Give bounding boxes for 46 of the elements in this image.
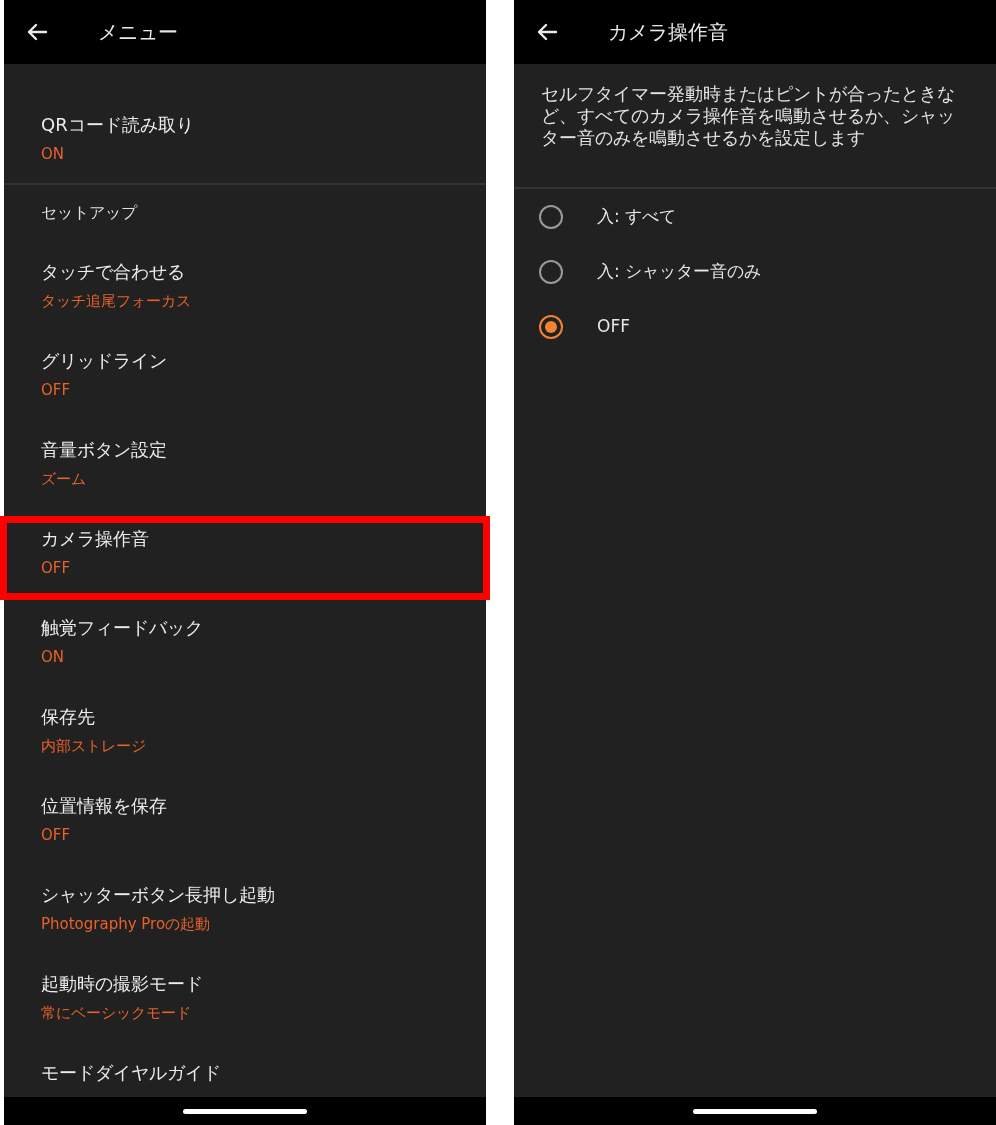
setting-value: ON — [41, 647, 66, 668]
screen-title: メニュー — [98, 19, 178, 46]
option-label[interactable]: OFF — [597, 313, 630, 340]
setting-label: 保存先 — [41, 705, 96, 729]
settings-item[interactable]: タッチで合わせる タッチ追尾フォーカス — [4, 236, 486, 325]
radio-button[interactable] — [539, 259, 563, 284]
setting-value: Photography Proの起動 — [41, 914, 212, 935]
settings-item[interactable]: 起動時の撮影モード 常にベーシックモード — [4, 948, 486, 1037]
setting-label: 音量ボタン設定 — [41, 438, 168, 462]
settings-item[interactable]: 保存先 内部ストレージ — [4, 681, 486, 770]
settings-item[interactable]: 触覚フィードバック ON — [4, 592, 486, 681]
setting-label: 位置情報を保存 — [41, 794, 168, 818]
back-button[interactable] — [536, 23, 558, 41]
setting-value: OFF — [41, 558, 72, 579]
settings-item[interactable]: 音量ボタン設定 ズーム — [4, 414, 486, 503]
back-button[interactable] — [26, 23, 48, 41]
setting-value: 常にベーシックモード — [41, 1003, 192, 1024]
settings-item[interactable]: グリッドライン OFF — [4, 325, 486, 414]
settings-item[interactable]: QRコード読み取り ON — [4, 89, 486, 178]
screen-title: カメラ操作音 — [608, 19, 728, 46]
home-indicator[interactable] — [693, 1108, 817, 1114]
settings-item[interactable]: モードダイヤルガイド — [4, 1037, 486, 1125]
setting-value: 内部ストレージ — [41, 736, 147, 757]
setting-label: QRコード読み取り — [41, 113, 195, 137]
setting-value: OFF — [41, 825, 72, 846]
setting-label: モードダイヤルガイド — [41, 1061, 222, 1085]
setting-label: 触覚フィードバック — [41, 616, 204, 640]
radio-button[interactable] — [539, 204, 563, 229]
section-header: セットアップ — [41, 202, 139, 224]
settings-item[interactable]: カメラ操作音 OFF — [4, 503, 486, 592]
description-text: セルフタイマー発動時またはピントが合ったときなど、すべてのカメラ操作音を鳴動させるか、シャッター音のみを鳴動させるかを設定します — [514, 64, 996, 189]
setting-label: シャッターボタン長押し起動 — [41, 883, 276, 907]
setting-label: タッチで合わせる — [41, 260, 186, 284]
radio-button[interactable] — [539, 314, 563, 339]
settings-item[interactable]: シャッターボタン長押し起動 Photography Proの起動 — [4, 859, 486, 948]
setting-value: ON — [41, 144, 66, 165]
setting-label: グリッドライン — [41, 349, 168, 373]
home-indicator[interactable] — [183, 1108, 307, 1114]
setting-label: 起動時の撮影モード — [41, 972, 204, 996]
setting-value: OFF — [41, 380, 72, 401]
setting-value: タッチ追尾フォーカス — [41, 291, 192, 312]
settings-item[interactable]: 位置情報を保存 OFF — [4, 770, 486, 859]
option-label[interactable]: 入: シャッター音のみ — [597, 258, 762, 285]
setting-label: カメラ操作音 — [41, 527, 150, 551]
setting-value: ズーム — [41, 469, 87, 490]
option-label[interactable]: 入: すべて — [597, 203, 677, 230]
